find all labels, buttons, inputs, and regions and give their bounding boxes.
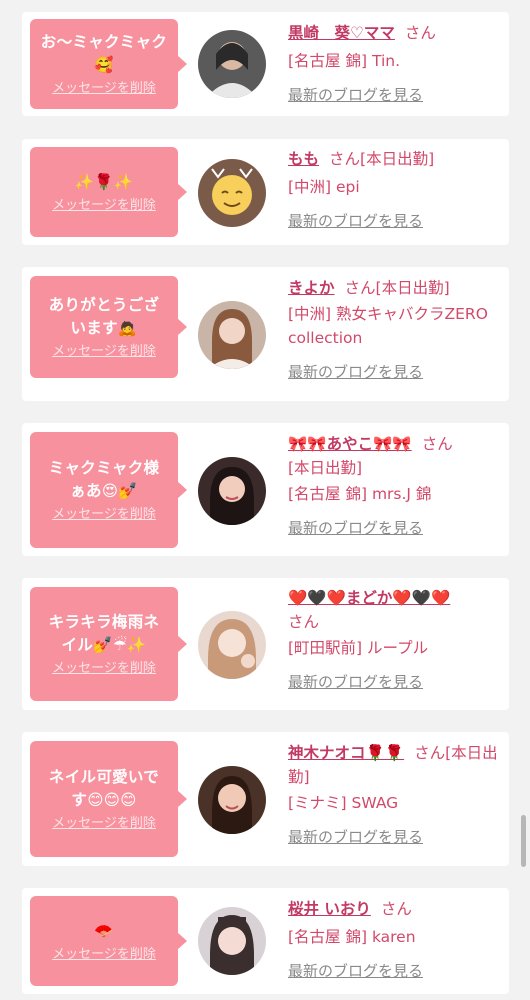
avatar[interactable]	[198, 766, 266, 834]
delete-message-link[interactable]: メッセージを削除	[52, 947, 156, 963]
message-bubble: ミャクミャク様ぁあ😍💅 メッセージを削除	[30, 432, 187, 548]
avatar[interactable]	[198, 611, 266, 679]
latest-blog-link[interactable]: 最新のブログを見る	[288, 83, 423, 107]
honorific: さん	[329, 150, 361, 168]
message-text: ✨🌹✨	[74, 172, 134, 191]
cast-info: きよか さん[本日出勤] [中洲] 熟女キャバクラZERO collection …	[288, 276, 500, 384]
shop-name: [ミナミ] SWAG	[288, 794, 399, 812]
delete-message-link[interactable]: メッセージを削除	[52, 816, 156, 832]
cast-name-link[interactable]: 🎀🎀あやこ🎀🎀	[288, 435, 412, 453]
message-text: ネイル可愛いです😊😊😊	[48, 768, 160, 809]
cast-name-link[interactable]: もも	[288, 150, 319, 168]
cast-info: ❤️🖤❤️まどか❤️🖤❤️ さん [町田駅前] ループル 最新のブログを見る	[288, 586, 500, 694]
avatar[interactable]	[198, 457, 266, 525]
cast-name-link[interactable]: 神木ナオコ🌹🌹	[288, 744, 404, 762]
latest-blog-link[interactable]: 最新のブログを見る	[288, 209, 423, 233]
message-bubble: ありがとうございます🙇 メッセージを削除	[30, 276, 187, 378]
message-card: キラキラ梅雨ネイル💅☔✨ メッセージを削除 ❤️🖤❤️まどか❤️🖤❤️ さん [町…	[22, 578, 509, 710]
attendance-badge: [本日出勤]	[375, 279, 450, 297]
avatar[interactable]	[198, 159, 266, 227]
latest-blog-link[interactable]: 最新のブログを見る	[288, 959, 423, 983]
avatar[interactable]	[198, 301, 266, 369]
message-text: ミャクミャク様ぁあ😍💅	[48, 459, 160, 500]
honorific: さん	[421, 435, 453, 453]
cast-info: 神木ナオコ🌹🌹 さん[本日出勤] [ミナミ] SWAG 最新のブログを見る	[288, 741, 500, 849]
cast-info: もも さん[本日出勤] [中洲] epi 最新のブログを見る	[288, 147, 500, 233]
honorific: さん	[414, 744, 446, 762]
message-card: ミャクミャク様ぁあ😍💅 メッセージを削除 🎀🎀あやこ🎀🎀 さん [本日出勤] [名古…	[22, 423, 509, 556]
shop-name: [名古屋 錦] Tin.	[288, 52, 400, 70]
honorific: さん	[288, 613, 320, 631]
cast-name-link[interactable]: きよか	[288, 279, 335, 297]
avatar-photo	[198, 611, 266, 679]
message-text: ありがとうございます🙇	[48, 296, 160, 337]
avatar-photo	[198, 457, 266, 525]
shop-name: [中洲] 熟女キャバクラZERO collection	[288, 305, 488, 347]
latest-blog-link[interactable]: 最新のブログを見る	[288, 360, 423, 384]
shop-name: [中洲] epi	[288, 178, 360, 196]
delete-message-link[interactable]: メッセージを削除	[52, 198, 156, 214]
message-card: ✨🌹✨ メッセージを削除 もも さん[本日出勤] [中洲] epi 最新のブログを…	[22, 139, 509, 245]
attendance-badge: [本日出勤]	[360, 150, 435, 168]
cast-info: 🎀🎀あやこ🎀🎀 さん [本日出勤] [名古屋 錦] mrs.J 錦 最新のブログを見…	[288, 432, 500, 540]
delete-message-link[interactable]: メッセージを削除	[52, 81, 156, 97]
latest-blog-link[interactable]: 最新のブログを見る	[288, 670, 423, 694]
honorific: さん	[404, 24, 436, 42]
honorific: さん	[380, 900, 412, 918]
message-bubble: ネイル可愛いです😊😊😊 メッセージを削除	[30, 741, 187, 857]
avatar-photo	[198, 907, 266, 975]
message-text: キラキラ梅雨ネイル💅☔✨	[48, 613, 160, 654]
latest-blog-link[interactable]: 最新のブログを見る	[288, 825, 423, 849]
message-bubble: 🪭 メッセージを削除	[30, 896, 187, 986]
avatar-photo	[198, 766, 266, 834]
attendance-badge: [本日出勤]	[288, 459, 363, 477]
delete-message-link[interactable]: メッセージを削除	[52, 661, 156, 677]
cast-info: 黒崎 葵♡ママ さん [名古屋 錦] Tin. 最新のブログを見る	[288, 21, 500, 107]
honorific: さん	[344, 279, 376, 297]
latest-blog-link[interactable]: 最新のブログを見る	[288, 516, 423, 540]
message-card: 🪭 メッセージを削除 桜井 いおり さん [名古屋 錦] karen 最新のブログ…	[22, 888, 509, 994]
cast-name-link[interactable]: ❤️🖤❤️まどか❤️🖤❤️	[288, 589, 450, 607]
avatar[interactable]	[198, 907, 266, 975]
message-text: 🪭	[94, 921, 114, 940]
avatar-photo	[198, 159, 266, 227]
message-card: お〜ミャクミャク🥰 メッセージを削除 黒崎 葵♡ママ さん [名古屋 錦] Tin…	[22, 12, 509, 116]
message-card: ありがとうございます🙇 メッセージを削除 きよか さん[本日出勤] [中洲] 熟女…	[22, 267, 509, 401]
shop-name: [町田駅前] ループル	[288, 639, 429, 657]
message-bubble: ✨🌹✨ メッセージを削除	[30, 147, 187, 237]
shop-name: [名古屋 錦] mrs.J 錦	[288, 485, 432, 503]
avatar-photo	[198, 301, 266, 369]
cast-info: 桜井 いおり さん [名古屋 錦] karen 最新のブログを見る	[288, 897, 500, 983]
message-card: ネイル可愛いです😊😊😊 メッセージを削除 神木ナオコ🌹🌹 さん[本日出勤] [ミナ…	[22, 732, 509, 866]
delete-message-link[interactable]: メッセージを削除	[52, 344, 156, 360]
message-bubble: お〜ミャクミャク🥰 メッセージを削除	[30, 19, 187, 109]
shop-name: [名古屋 錦] karen	[288, 928, 416, 946]
cast-name-link[interactable]: 黒崎 葵♡ママ	[288, 24, 395, 42]
cast-name-link[interactable]: 桜井 いおり	[288, 900, 371, 918]
avatar[interactable]	[198, 30, 266, 98]
avatar-photo	[198, 30, 266, 98]
scrollbar-thumb[interactable]	[521, 815, 526, 867]
message-text: お〜ミャクミャク🥰	[40, 33, 168, 74]
delete-message-link[interactable]: メッセージを削除	[52, 507, 156, 523]
message-bubble: キラキラ梅雨ネイル💅☔✨ メッセージを削除	[30, 587, 187, 701]
